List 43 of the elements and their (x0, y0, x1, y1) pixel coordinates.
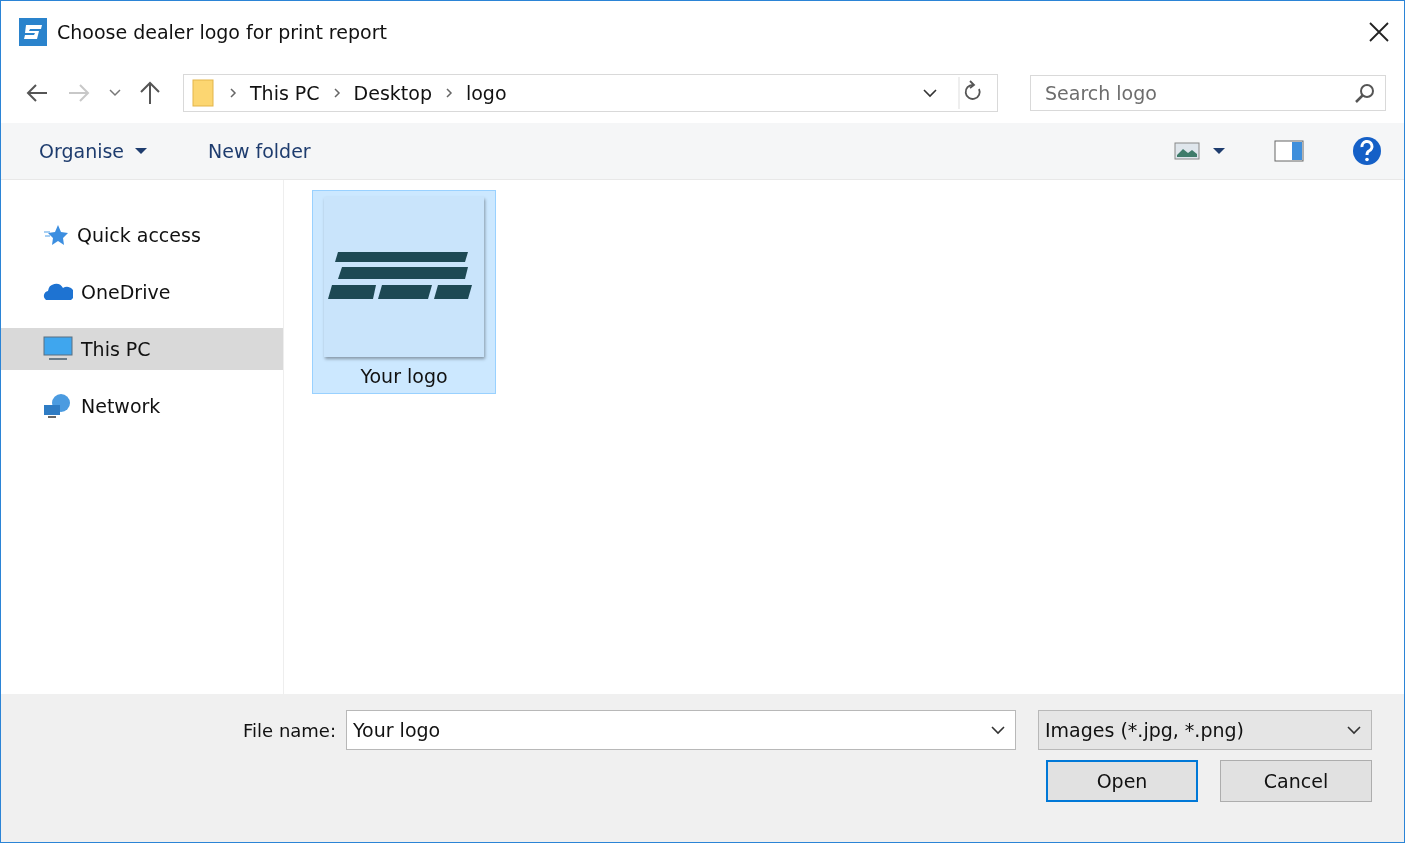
caret-icon (991, 725, 1005, 735)
help-icon[interactable] (1352, 136, 1382, 166)
view-icon[interactable] (1174, 141, 1200, 161)
file-name: Your logo (360, 365, 448, 387)
breadcrumb[interactable]: This PC (250, 82, 320, 104)
caret-icon[interactable] (1212, 147, 1226, 155)
search-icon (1354, 82, 1376, 104)
file-tile[interactable]: Your logo (312, 190, 496, 394)
preview-pane-icon[interactable] (1274, 140, 1304, 162)
network-icon (43, 393, 73, 419)
open-button[interactable]: Open (1046, 760, 1198, 802)
star-icon (43, 223, 69, 247)
chevron-icon (228, 87, 238, 99)
up-arrow-icon (139, 81, 161, 105)
cancel-button[interactable]: Cancel (1220, 760, 1372, 802)
breadcrumb[interactable]: Desktop (353, 82, 432, 104)
cloud-icon (43, 282, 73, 302)
back-arrow-icon (25, 83, 49, 103)
app-icon (19, 18, 47, 46)
breadcrumb[interactable]: logo (465, 82, 507, 104)
organise-menu[interactable]: Organise (33, 139, 155, 163)
folder-icon (192, 79, 216, 107)
caret-icon (109, 89, 121, 97)
address-bar[interactable]: This PC Desktop logo (183, 74, 998, 112)
chevron-icon (443, 87, 454, 99)
sidebar-item[interactable]: This PC (1, 328, 283, 370)
file-name-field[interactable]: Your logo (346, 710, 1016, 750)
sidebar-item[interactable]: Network (1, 385, 283, 427)
caret-icon (923, 88, 937, 98)
file-name-label: File name: (243, 719, 336, 741)
caret-icon (1347, 725, 1361, 735)
recent-button[interactable] (107, 87, 123, 99)
monitor-icon (43, 336, 73, 362)
caret-icon (134, 147, 149, 155)
chevron-icon (331, 87, 342, 99)
file-type-dropdown[interactable]: Images (*.jpg, *.png) (1038, 710, 1372, 750)
new-folder-button[interactable]: New folder (202, 139, 317, 163)
sidebar-item[interactable]: OneDrive (1, 271, 283, 313)
sidebar-item[interactable]: Quick access (1, 214, 283, 256)
search-field[interactable]: Search logo (1030, 75, 1386, 111)
close-icon (1368, 21, 1390, 43)
forward-arrow-icon (67, 83, 91, 103)
window-title: Choose dealer logo for print report (57, 21, 388, 43)
